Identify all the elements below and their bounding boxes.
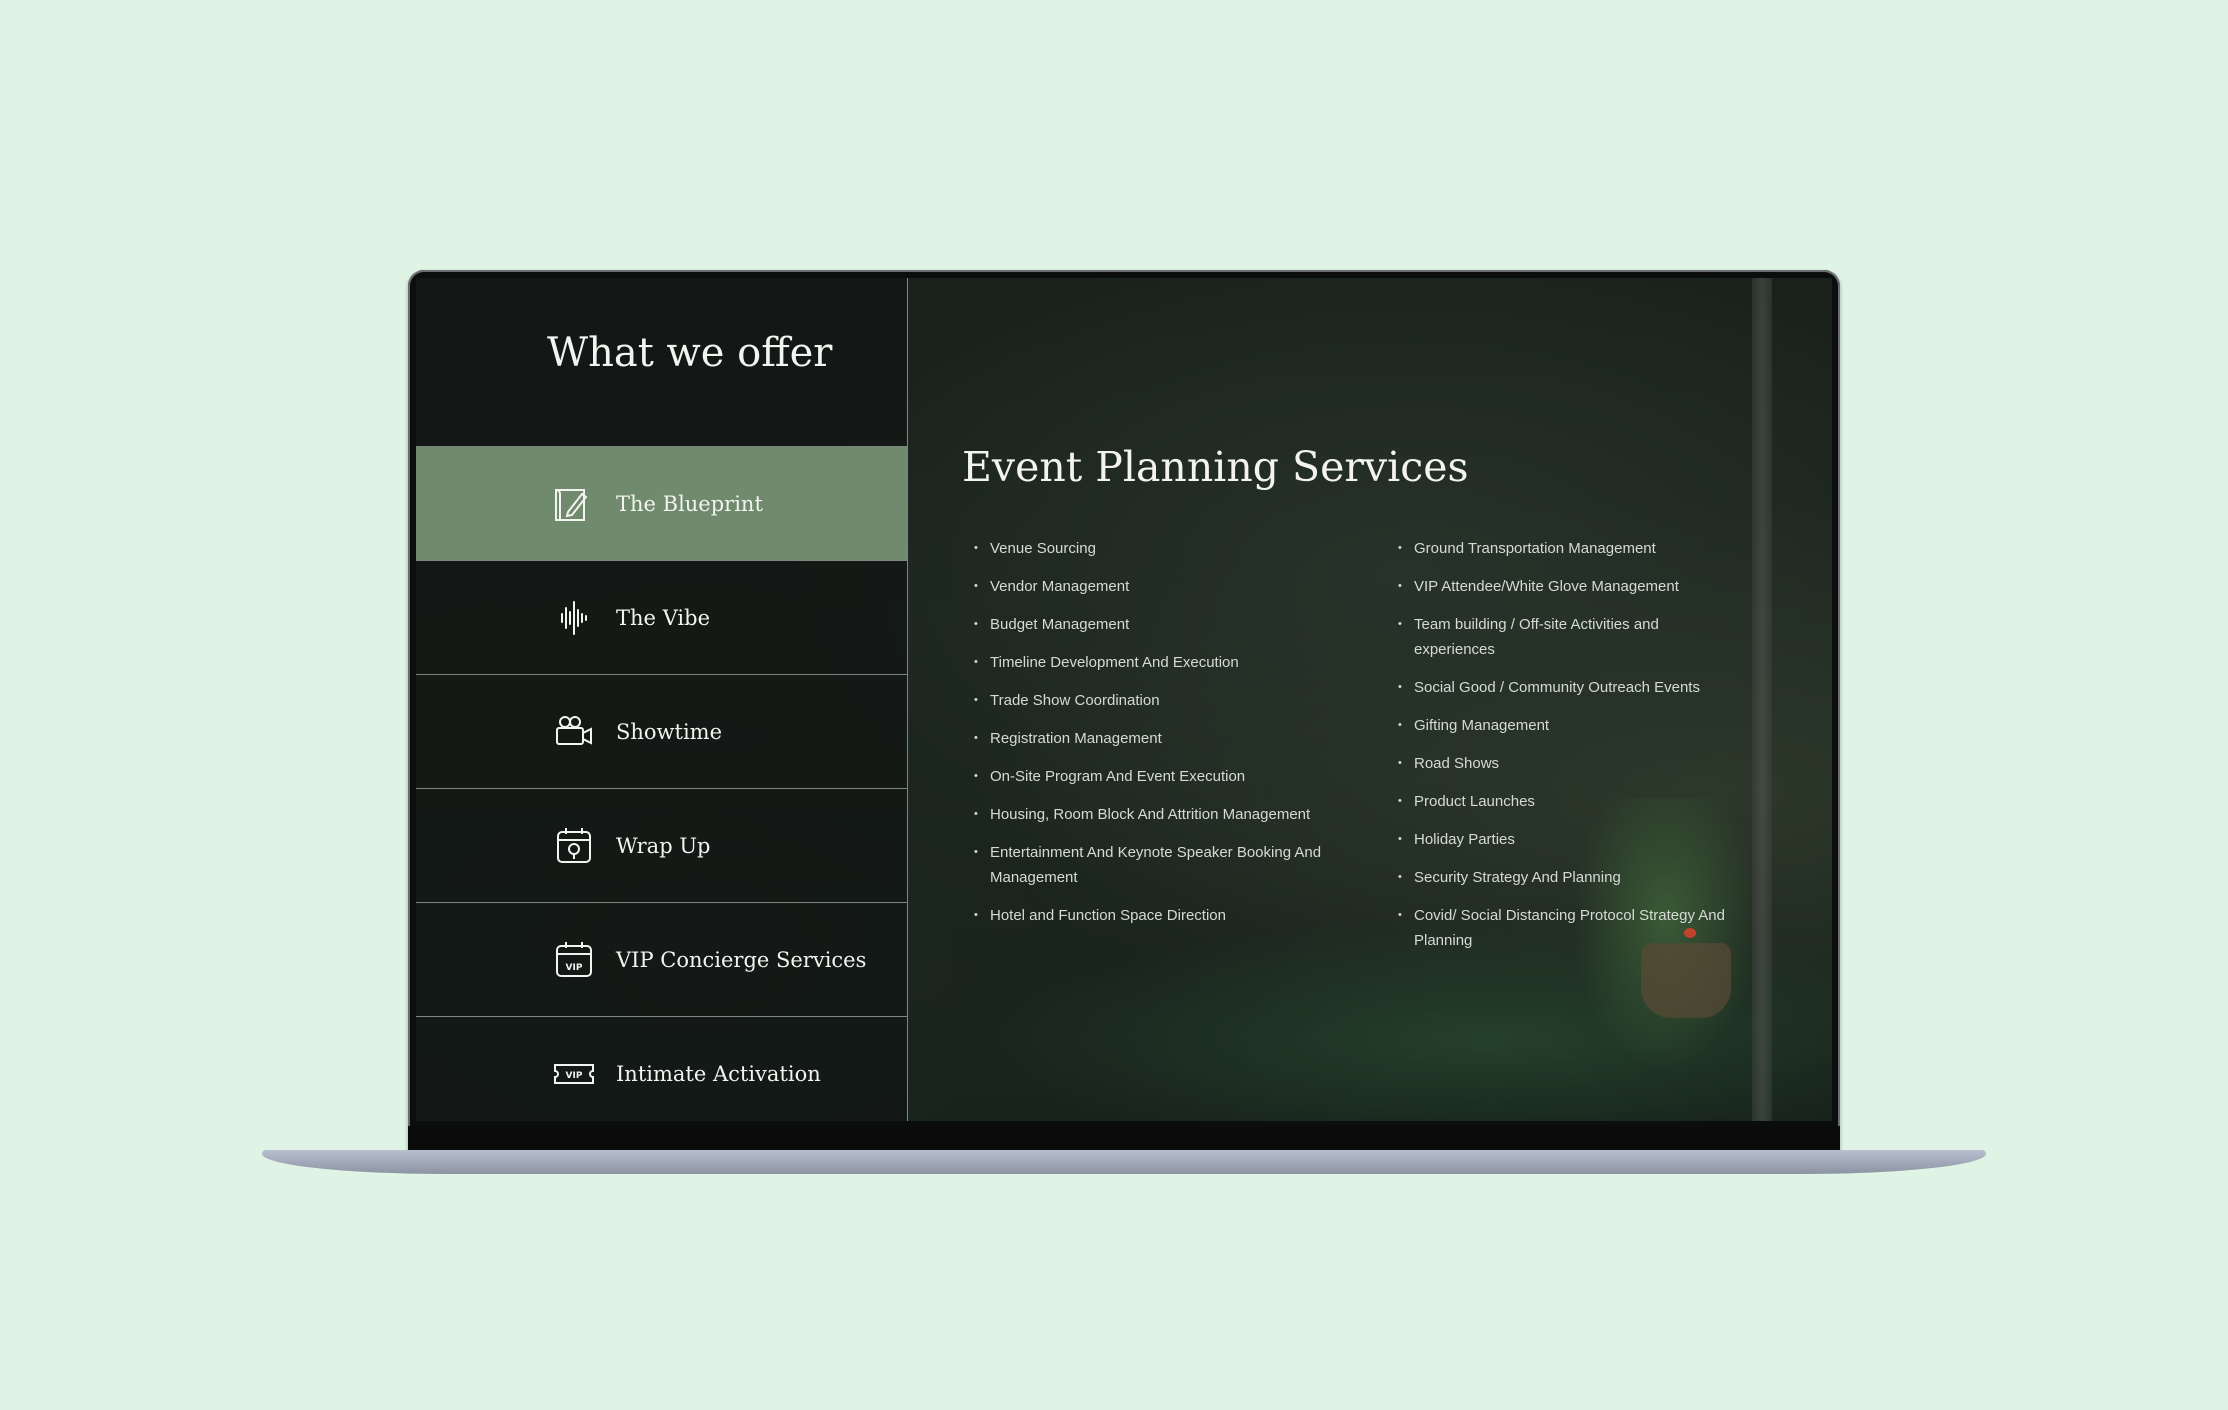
menu-item-label: Showtime: [616, 719, 723, 744]
svg-text:VIP: VIP: [566, 963, 583, 973]
service-item: On-Site Program And Event Execution: [974, 764, 1364, 789]
service-item: Holiday Parties: [1398, 827, 1738, 852]
service-list-left: Venue Sourcing Vendor Management Budget …: [974, 536, 1364, 941]
service-item: Entertainment And Keynote Speaker Bookin…: [974, 840, 1364, 890]
service-item: Security Strategy And Planning: [1398, 865, 1738, 890]
service-title: Event Planning Services: [962, 443, 1469, 491]
service-item: VIP Attendee/White Glove Management: [1398, 574, 1738, 599]
service-item: Hotel and Function Space Direction: [974, 903, 1364, 928]
service-list-right: Ground Transportation Management VIP Att…: [1398, 536, 1738, 966]
svg-text:VIP: VIP: [566, 1071, 583, 1081]
sidebar-title: What we offer: [547, 330, 833, 376]
service-item: Housing, Room Block And Attrition Manage…: [974, 802, 1364, 827]
vip-ticket-icon: VIP: [552, 1052, 596, 1096]
menu-item-showtime[interactable]: Showtime: [416, 674, 907, 788]
calendar-check-icon: [552, 824, 596, 868]
laptop-screen: What we offer The Blueprint The Vibe Sho…: [416, 278, 1832, 1121]
services-menu: The Blueprint The Vibe Showtime Wrap Up …: [416, 446, 907, 1121]
menu-item-label: The Vibe: [616, 605, 711, 630]
service-item: Ground Transportation Management: [1398, 536, 1738, 561]
vip-calendar-icon: VIP: [552, 938, 596, 982]
service-item: Venue Sourcing: [974, 536, 1364, 561]
menu-item-label: The Blueprint: [616, 491, 763, 516]
menu-item-label: VIP Concierge Services: [616, 947, 867, 972]
service-item: Trade Show Coordination: [974, 688, 1364, 713]
soundwave-icon: [552, 596, 596, 640]
menu-item-the-blueprint[interactable]: The Blueprint: [416, 446, 907, 560]
service-details: Event Planning Services Venue Sourcing V…: [962, 278, 1822, 1121]
menu-item-wrap-up[interactable]: Wrap Up: [416, 788, 907, 902]
menu-item-intimate-activation[interactable]: VIP Intimate Activation: [416, 1016, 907, 1121]
services-sidebar: What we offer The Blueprint The Vibe Sho…: [416, 278, 908, 1121]
service-item: Budget Management: [974, 612, 1364, 637]
menu-item-label: Intimate Activation: [616, 1061, 821, 1086]
service-item: Gifting Management: [1398, 713, 1738, 738]
service-item: Timeline Development And Execution: [974, 650, 1364, 675]
service-item: Social Good / Community Outreach Events: [1398, 675, 1738, 700]
service-item: Road Shows: [1398, 751, 1738, 776]
service-item: Registration Management: [974, 726, 1364, 751]
menu-item-vip-concierge-services[interactable]: VIP VIP Concierge Services: [416, 902, 907, 1016]
blueprint-icon: [552, 482, 596, 526]
video-camera-icon: [552, 710, 596, 754]
menu-item-the-vibe[interactable]: The Vibe: [416, 560, 907, 674]
service-item: Product Launches: [1398, 789, 1738, 814]
laptop-base: [262, 1150, 1986, 1174]
service-item: Team building / Off-site Activities and …: [1398, 612, 1738, 662]
laptop-chin: [408, 1126, 1840, 1152]
menu-item-label: Wrap Up: [616, 833, 711, 858]
service-item: Covid/ Social Distancing Protocol Strate…: [1398, 903, 1738, 953]
service-item: Vendor Management: [974, 574, 1364, 599]
